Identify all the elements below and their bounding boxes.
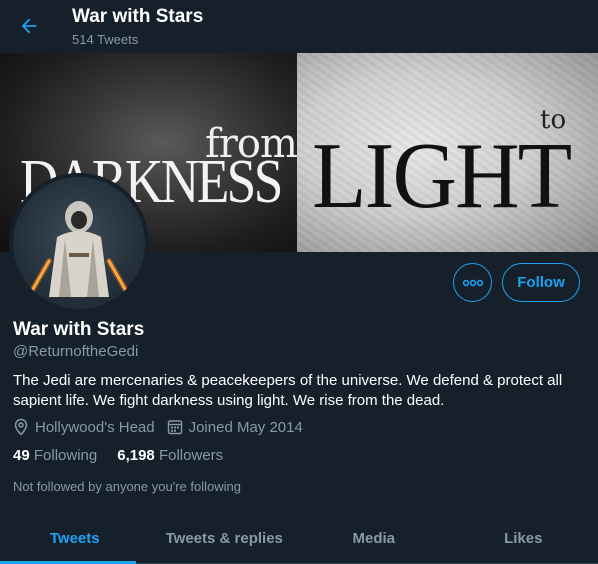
profile-meta: Hollywood's Head Joined May 2014 xyxy=(13,418,315,436)
location-pin-icon xyxy=(14,418,28,436)
followers-label: Followers xyxy=(158,447,224,464)
location-text: Hollywood's Head xyxy=(35,418,155,436)
banner-word-light: LIGHT xyxy=(312,124,572,228)
follow-button[interactable]: Follow xyxy=(502,263,580,302)
back-button[interactable] xyxy=(12,9,46,43)
jedi-figure-image xyxy=(30,201,128,297)
profile-handle: @ReturnoftheGedi xyxy=(13,343,139,360)
joined-item: Joined May 2014 xyxy=(167,419,303,436)
header-title: War with Stars xyxy=(72,6,204,27)
following-label: Following xyxy=(33,447,98,464)
profile-header: War with Stars 514 Tweets xyxy=(0,0,598,53)
tab-likes[interactable]: Likes xyxy=(449,512,598,564)
tab-media[interactable]: Media xyxy=(299,512,449,564)
profile-name: War with Stars xyxy=(13,319,145,340)
location-item: Hollywood's Head xyxy=(13,418,155,436)
profile-tabs: Tweets Tweets & replies Media Likes xyxy=(0,512,598,564)
back-arrow-icon xyxy=(21,18,37,34)
more-options-button[interactable] xyxy=(453,263,492,302)
joined-text: Joined May 2014 xyxy=(188,418,303,436)
followers-link[interactable]: 6,198 Followers xyxy=(117,447,223,464)
profile-avatar[interactable] xyxy=(9,173,149,313)
following-count: 49 xyxy=(13,447,30,464)
tab-tweets-replies[interactable]: Tweets & replies xyxy=(150,512,300,564)
followers-count: 6,198 xyxy=(117,447,155,464)
calendar-icon xyxy=(167,420,182,435)
tweet-count: 514 Tweets xyxy=(72,32,139,47)
following-link[interactable]: 49 Following xyxy=(13,447,97,464)
more-icon xyxy=(462,279,483,286)
profile-bio: The Jedi are mercenaries & peacekeepers … xyxy=(13,372,563,409)
follow-counts: 49 Following 6,198 Followers xyxy=(13,447,243,464)
not-followed-note: Not followed by anyone you're following xyxy=(13,479,241,494)
tab-tweets[interactable]: Tweets xyxy=(0,512,150,564)
